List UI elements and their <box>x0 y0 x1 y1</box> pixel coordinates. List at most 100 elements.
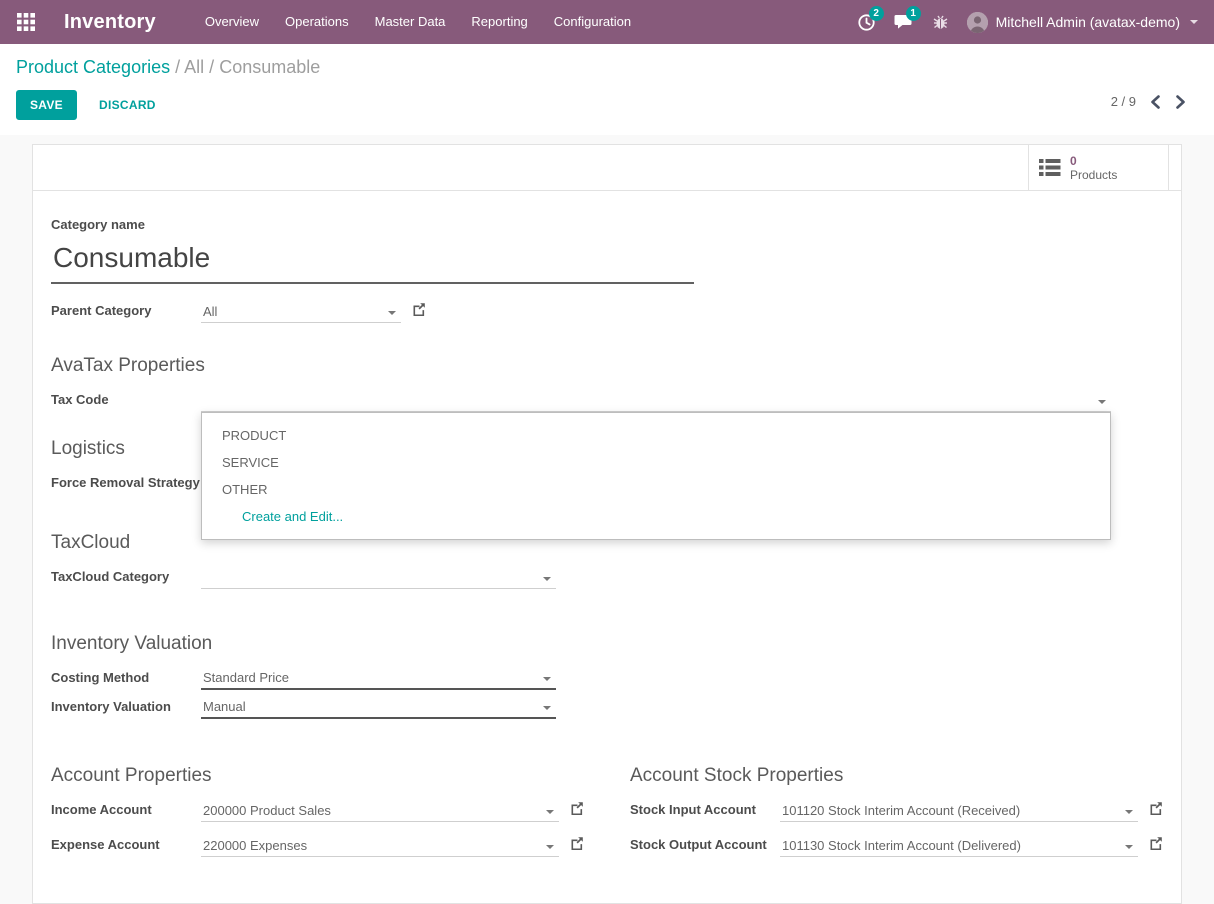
user-menu[interactable]: Mitchell Admin (avatax-demo) <box>967 12 1198 33</box>
income-account-label: Income Account <box>51 802 201 822</box>
parent-category-label: Parent Category <box>51 303 201 323</box>
menu-overview[interactable]: Overview <box>192 0 272 44</box>
breadcrumb-current: Consumable <box>219 57 320 77</box>
category-name-block: Category name Consumable <box>51 217 1163 284</box>
form-sheet: 0 Products Category name Consumable Pare… <box>32 144 1182 904</box>
stock-input-account-label: Stock Input Account <box>630 802 780 822</box>
stock-output-account-caret-icon[interactable] <box>1125 845 1133 849</box>
navbar-right: 2 1 <box>857 12 1198 33</box>
income-account-caret-icon[interactable] <box>546 810 554 814</box>
category-name-label: Category name <box>51 217 1163 232</box>
breadcrumb-root[interactable]: Product Categories <box>16 57 170 77</box>
menu-master-data[interactable]: Master Data <box>362 0 459 44</box>
expense-account-label: Expense Account <box>51 837 201 857</box>
products-stat-button[interactable]: 0 Products <box>1028 145 1169 190</box>
parent-category-value: All <box>203 304 217 319</box>
menu-operations[interactable]: Operations <box>272 0 362 44</box>
inventory-valuation-select[interactable]: Manual <box>201 697 556 719</box>
activity-icon[interactable]: 2 <box>857 13 876 32</box>
stock-output-account-input[interactable]: 101130 Stock Interim Account (Delivered) <box>780 835 1138 857</box>
messages-icon[interactable]: 1 <box>894 13 914 31</box>
form-body: Category name Consumable Parent Category… <box>33 191 1181 857</box>
expense-account-input[interactable]: 220000 Expenses <box>201 835 559 857</box>
income-account-external-link-icon[interactable] <box>570 801 584 820</box>
control-panel: Product Categories / All / Consumable SA… <box>0 44 1214 135</box>
inventory-valuation-row: Inventory Valuation Manual <box>51 697 1163 719</box>
pager-previous-icon[interactable] <box>1150 95 1161 109</box>
stock-output-account-label: Stock Output Account <box>630 837 780 857</box>
account-stock-properties-column: Account Stock Properties Stock Input Acc… <box>630 765 1163 857</box>
inventory-valuation-label: Inventory Valuation <box>51 699 201 719</box>
account-properties-column: Account Properties Income Account 200000… <box>51 765 584 857</box>
accounts-section: Account Properties Income Account 200000… <box>51 765 1163 857</box>
category-name-input[interactable]: Consumable <box>51 239 694 284</box>
costing-method-select[interactable]: Standard Price <box>201 668 556 690</box>
tax-code-input[interactable]: PRODUCT SERVICE OTHER Create and Edit... <box>201 390 1111 412</box>
pager-value[interactable]: 2 / 9 <box>1111 94 1136 109</box>
tax-code-dropdown: PRODUCT SERVICE OTHER Create and Edit... <box>201 412 1111 540</box>
stock-input-account-caret-icon[interactable] <box>1125 810 1133 814</box>
products-label: Products <box>1070 168 1117 182</box>
save-button[interactable]: SAVE <box>16 90 77 120</box>
dropdown-option-service[interactable]: SERVICE <box>202 449 1110 476</box>
taxcloud-category-input[interactable] <box>201 567 556 589</box>
bug-glyph <box>932 13 949 31</box>
sheet-header: 0 Products <box>33 145 1181 191</box>
income-account-input[interactable]: 200000 Product Sales <box>201 800 559 822</box>
income-account-row: Income Account 200000 Product Sales <box>51 800 584 822</box>
parent-category-caret-icon[interactable] <box>388 311 396 315</box>
stock-input-account-external-link-icon[interactable] <box>1149 801 1163 820</box>
parent-category-input[interactable]: All <box>201 301 401 323</box>
menu-configuration[interactable]: Configuration <box>541 0 644 44</box>
avatar-glyph <box>967 12 988 33</box>
discard-button[interactable]: DISCARD <box>85 91 170 119</box>
stock-input-account-input[interactable]: 101120 Stock Interim Account (Received) <box>780 800 1138 822</box>
apps-grid-icon[interactable] <box>16 12 36 32</box>
taxcloud-category-label: TaxCloud Category <box>51 569 201 589</box>
dropdown-create-and-edit[interactable]: Create and Edit... <box>202 503 1110 530</box>
force-removal-label: Force Removal Strategy <box>51 475 201 495</box>
costing-method-caret-icon[interactable] <box>543 677 551 681</box>
list-icon <box>1039 158 1061 177</box>
costing-method-row: Costing Method Standard Price <box>51 668 1163 690</box>
bug-icon[interactable] <box>932 13 949 31</box>
stock-input-account-value: 101120 Stock Interim Account (Received) <box>782 803 1020 818</box>
breadcrumb: Product Categories / All / Consumable <box>16 54 1198 80</box>
menu-reporting[interactable]: Reporting <box>458 0 540 44</box>
user-avatar <box>967 12 988 33</box>
inventory-valuation-caret-icon[interactable] <box>543 706 551 710</box>
apps-grid-glyph <box>16 12 36 32</box>
stock-output-account-external-link-icon[interactable] <box>1149 836 1163 855</box>
pager-next-icon[interactable] <box>1175 95 1186 109</box>
section-inventory-valuation-title: Inventory Valuation <box>51 633 1163 655</box>
main-menu: Overview Operations Master Data Reportin… <box>192 0 644 44</box>
top-navbar: Inventory Overview Operations Master Dat… <box>0 0 1214 44</box>
section-account-stock-properties-title: Account Stock Properties <box>630 765 1163 787</box>
dropdown-option-other[interactable]: OTHER <box>202 476 1110 503</box>
tax-code-caret-icon[interactable] <box>1098 400 1106 404</box>
user-name: Mitchell Admin (avatax-demo) <box>996 14 1180 30</box>
activity-badge: 2 <box>869 6 884 21</box>
stock-input-account-row: Stock Input Account 101120 Stock Interim… <box>630 800 1163 822</box>
products-count: 0 <box>1070 154 1117 168</box>
costing-method-label: Costing Method <box>51 670 201 690</box>
section-avatax-title: AvaTax Properties <box>51 355 1163 377</box>
inventory-valuation-value: Manual <box>203 699 246 714</box>
expense-account-caret-icon[interactable] <box>546 845 554 849</box>
section-account-properties-title: Account Properties <box>51 765 584 787</box>
parent-category-row: Parent Category All <box>51 301 1163 323</box>
parent-category-external-link-icon[interactable] <box>412 302 426 321</box>
tax-code-label: Tax Code <box>51 392 201 412</box>
stock-output-account-row: Stock Output Account 101130 Stock Interi… <box>630 835 1163 857</box>
user-menu-caret-icon <box>1190 20 1198 24</box>
control-panel-buttons: SAVE DISCARD 2 / 9 <box>16 80 1198 135</box>
expense-account-external-link-icon[interactable] <box>570 836 584 855</box>
taxcloud-category-caret-icon[interactable] <box>543 577 551 581</box>
app-title[interactable]: Inventory <box>64 11 156 34</box>
income-account-value: 200000 Product Sales <box>203 803 331 818</box>
breadcrumb-ancestor[interactable]: All <box>184 57 204 77</box>
tax-code-row: Tax Code PRODUCT SERVICE OTHER Create an… <box>51 390 1163 412</box>
dropdown-option-product[interactable]: PRODUCT <box>202 422 1110 449</box>
content-area: 0 Products Category name Consumable Pare… <box>0 135 1214 904</box>
pager: 2 / 9 <box>1111 94 1186 109</box>
